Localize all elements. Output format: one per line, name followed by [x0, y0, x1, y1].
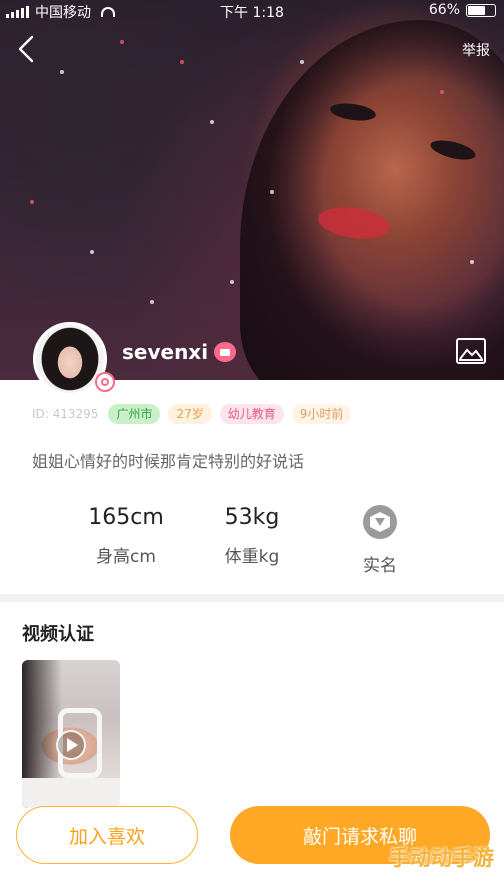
chevron-left-icon — [18, 35, 34, 63]
battery-icon — [466, 3, 496, 17]
stat-verified: 实名 — [352, 505, 408, 576]
user-id: ID: 413295 — [32, 407, 99, 421]
stats-row: 165cm 身高cm 53kg 体重kg 实名 — [0, 505, 504, 576]
sparkle — [470, 260, 474, 264]
weight-label: 体重kg — [224, 547, 280, 567]
status-bar: 中国移动 下午 1:18 66% — [0, 0, 504, 22]
stat-height: 165cm 身高cm — [84, 505, 168, 567]
verified-label: 实名 — [363, 556, 397, 576]
battery-percent: 66% — [428, 2, 460, 18]
sparkle — [60, 70, 64, 74]
weight-value: 53kg — [224, 505, 280, 530]
sparkle — [210, 120, 214, 124]
gallery-button[interactable] — [456, 338, 486, 364]
sparkle — [300, 60, 304, 64]
tag-age: 27岁 — [168, 404, 212, 424]
sparkle — [180, 60, 184, 64]
profile-tags: ID: 413295 广州市 27岁 幼儿教育 9小时前 — [32, 404, 352, 424]
tag-last-active: 9小时前 — [291, 404, 352, 424]
watermark: 手动动手游 — [389, 846, 494, 870]
video-thumbnail[interactable] — [22, 660, 120, 808]
bio-text: 姐姐心情好的时候那肯定特别的好说话 — [32, 452, 305, 471]
verified-badge-icon — [363, 505, 397, 539]
sparkle — [150, 300, 154, 304]
sparkle — [90, 250, 94, 254]
sparkle — [440, 90, 444, 94]
cover-hair-shape — [240, 20, 504, 380]
video-camera-icon — [214, 342, 236, 362]
report-button[interactable]: 举报 — [462, 40, 490, 60]
height-value: 165cm — [88, 505, 164, 530]
sparkle — [270, 190, 274, 194]
image-icon — [456, 338, 486, 364]
tag-city: 广州市 — [108, 404, 161, 424]
stat-weight: 53kg 体重kg — [214, 505, 290, 567]
back-button[interactable] — [14, 34, 40, 64]
sparkle — [30, 200, 34, 204]
tag-occupation: 幼儿教育 — [219, 404, 284, 424]
height-label: 身高cm — [96, 547, 156, 567]
play-icon[interactable] — [56, 730, 86, 760]
sparkle — [120, 40, 124, 44]
section-title: 视频认证 — [22, 624, 94, 645]
sparkle — [230, 280, 234, 284]
add-to-favorites-button[interactable]: 加入喜欢 — [16, 806, 198, 864]
username: sevenxi — [122, 340, 209, 364]
search-badge-icon — [95, 372, 115, 392]
